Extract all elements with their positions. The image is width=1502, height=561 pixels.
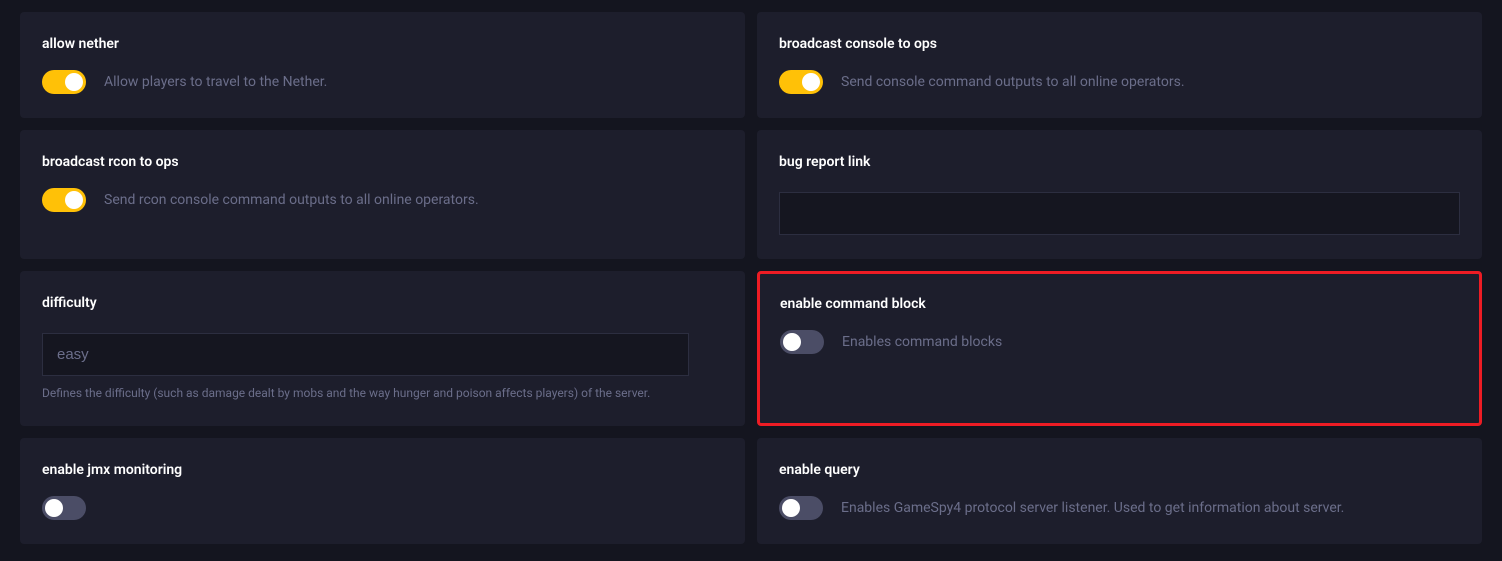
toggle-knob bbox=[782, 499, 800, 517]
toggle-knob bbox=[802, 73, 820, 91]
card-broadcast-console: broadcast console to ops Send console co… bbox=[757, 12, 1482, 118]
toggle-knob bbox=[65, 191, 83, 209]
card-bug-report: bug report link bbox=[757, 130, 1482, 259]
input-difficulty[interactable] bbox=[42, 333, 689, 376]
toggle-allow-nether[interactable] bbox=[42, 70, 86, 94]
toggle-knob bbox=[45, 499, 63, 517]
card-title: bug report link bbox=[779, 154, 1460, 170]
settings-grid: allow nether Allow players to travel to … bbox=[20, 12, 1482, 544]
card-enable-jmx: enable jmx monitoring bbox=[20, 438, 745, 544]
toggle-description: Enables command blocks bbox=[842, 334, 1002, 350]
toggle-knob bbox=[783, 333, 801, 351]
toggle-description: Allow players to travel to the Nether. bbox=[104, 74, 327, 90]
input-bug-report-link[interactable] bbox=[779, 192, 1460, 235]
toggle-enable-command-block[interactable] bbox=[780, 330, 824, 354]
toggle-row: Enables GameSpy4 protocol server listene… bbox=[779, 496, 1460, 520]
toggle-row: Enables command blocks bbox=[780, 330, 1459, 354]
card-difficulty: difficulty Defines the difficulty (such … bbox=[20, 271, 745, 426]
toggle-enable-query[interactable] bbox=[779, 496, 823, 520]
card-title: enable command block bbox=[780, 296, 1459, 312]
toggle-row bbox=[42, 496, 723, 520]
card-title: difficulty bbox=[42, 295, 723, 311]
card-enable-command-block: enable command block Enables command blo… bbox=[757, 271, 1482, 426]
toggle-description: Send console command outputs to all onli… bbox=[841, 74, 1185, 90]
toggle-row: Allow players to travel to the Nether. bbox=[42, 70, 723, 94]
card-title: allow nether bbox=[42, 36, 723, 52]
card-title: enable query bbox=[779, 462, 1460, 478]
toggle-knob bbox=[65, 73, 83, 91]
card-title: enable jmx monitoring bbox=[42, 462, 723, 478]
card-allow-nether: allow nether Allow players to travel to … bbox=[20, 12, 745, 118]
toggle-description: Send rcon console command outputs to all… bbox=[104, 192, 479, 208]
toggle-broadcast-rcon[interactable] bbox=[42, 188, 86, 212]
card-title: broadcast rcon to ops bbox=[42, 154, 723, 170]
card-title: broadcast console to ops bbox=[779, 36, 1460, 52]
toggle-enable-jmx[interactable] bbox=[42, 496, 86, 520]
toggle-broadcast-console[interactable] bbox=[779, 70, 823, 94]
help-text: Defines the difficulty (such as damage d… bbox=[42, 386, 723, 400]
toggle-row: Send rcon console command outputs to all… bbox=[42, 188, 723, 212]
toggle-row: Send console command outputs to all onli… bbox=[779, 70, 1460, 94]
toggle-description: Enables GameSpy4 protocol server listene… bbox=[841, 500, 1344, 516]
card-enable-query: enable query Enables GameSpy4 protocol s… bbox=[757, 438, 1482, 544]
card-broadcast-rcon: broadcast rcon to ops Send rcon console … bbox=[20, 130, 745, 259]
